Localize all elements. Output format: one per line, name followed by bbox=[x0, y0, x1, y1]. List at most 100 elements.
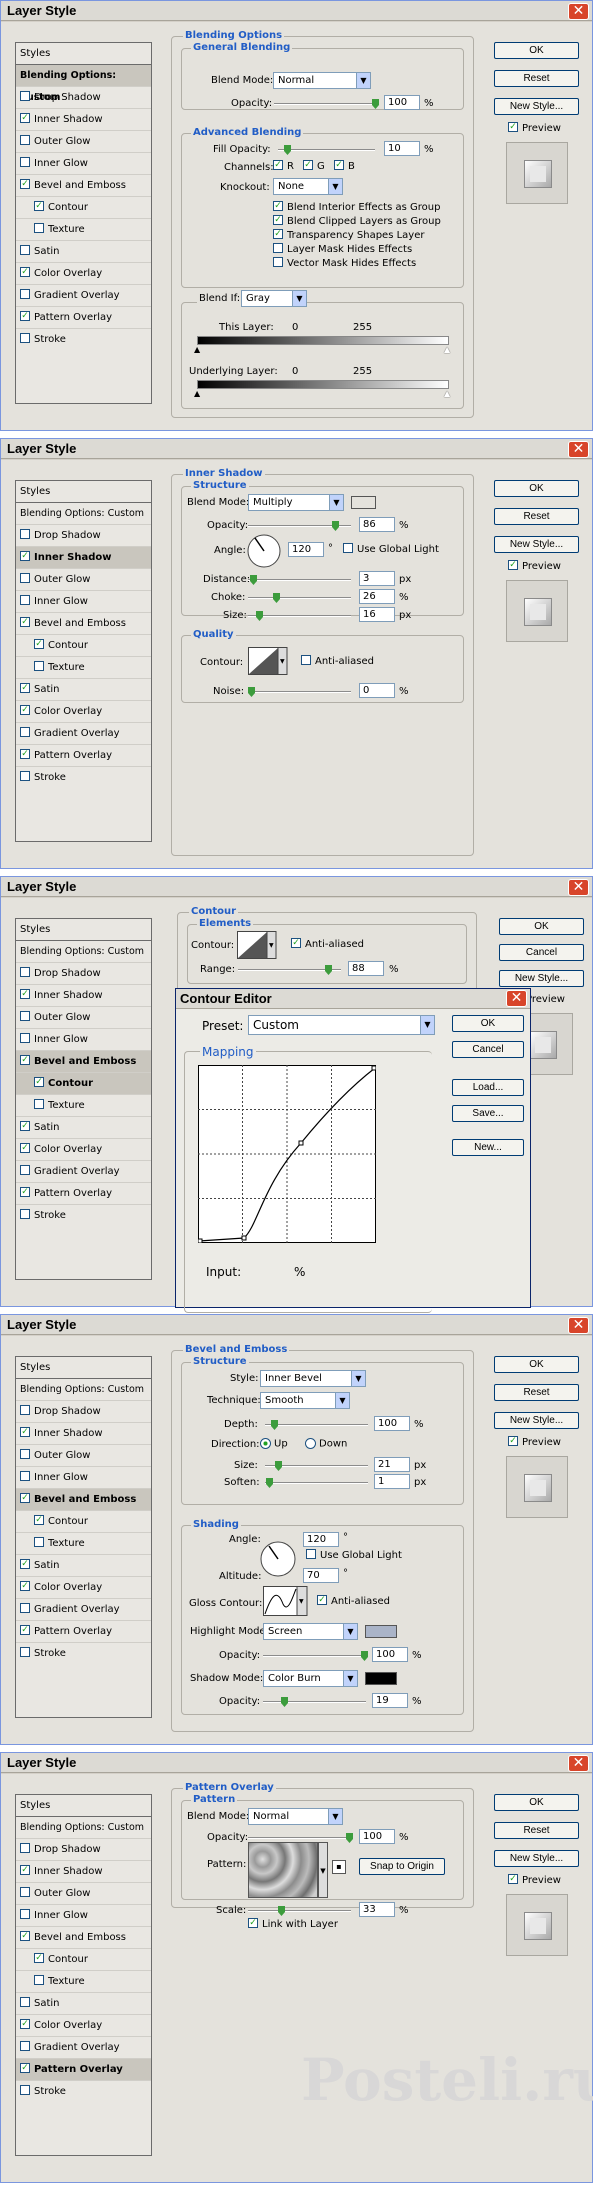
highlight-opacity-field[interactable]: 100 bbox=[372, 1647, 408, 1662]
style-item-blending[interactable]: Blending Options: Custom bbox=[16, 503, 151, 525]
snap-to-origin-button[interactable]: Snap to Origin bbox=[359, 1858, 445, 1875]
close-button[interactable]: ✕ bbox=[568, 441, 589, 458]
style-item-blending[interactable]: Blending Options: Custom bbox=[16, 941, 151, 963]
close-button[interactable]: ✕ bbox=[506, 990, 527, 1007]
opacity-slider[interactable] bbox=[248, 521, 351, 531]
checkbox[interactable] bbox=[20, 333, 30, 343]
style-item-satin[interactable]: Satin bbox=[16, 679, 151, 701]
checkbox[interactable] bbox=[20, 617, 30, 627]
close-button[interactable]: ✕ bbox=[568, 879, 589, 896]
style-item-pattern-overlay[interactable]: Pattern Overlay bbox=[16, 2059, 151, 2081]
checkbox[interactable] bbox=[273, 160, 283, 170]
style-item-texture[interactable]: Texture bbox=[16, 219, 151, 241]
checkbox[interactable] bbox=[20, 705, 30, 715]
checkbox[interactable] bbox=[20, 989, 30, 999]
choke-slider[interactable] bbox=[248, 593, 351, 603]
checkbox[interactable] bbox=[34, 201, 44, 211]
channel-b[interactable]: B bbox=[334, 160, 355, 172]
checkbox[interactable] bbox=[20, 573, 30, 583]
checkbox[interactable] bbox=[20, 311, 30, 321]
altitude-field[interactable]: 70 bbox=[303, 1568, 339, 1583]
style-item-contour[interactable]: Contour bbox=[16, 1949, 151, 1971]
checkbox[interactable] bbox=[20, 1909, 30, 1919]
ok-button[interactable]: OK bbox=[494, 480, 579, 497]
radio-off-icon[interactable] bbox=[305, 1438, 316, 1449]
checkbox[interactable] bbox=[301, 655, 311, 665]
preset-select[interactable]: Custom ▼ bbox=[248, 1015, 435, 1035]
preview-checkbox[interactable]: Preview bbox=[508, 560, 561, 572]
soften-slider[interactable] bbox=[265, 1478, 368, 1488]
checkbox[interactable] bbox=[20, 1843, 30, 1853]
styles-header[interactable]: Styles bbox=[16, 43, 151, 65]
style-select[interactable]: Inner Bevel ▼ bbox=[260, 1370, 366, 1387]
checkbox[interactable] bbox=[20, 289, 30, 299]
ok-button[interactable]: OK bbox=[494, 42, 579, 59]
checkbox[interactable] bbox=[273, 229, 283, 239]
radio-on-icon[interactable] bbox=[260, 1438, 271, 1449]
blend-mode-select[interactable]: Normal ▼ bbox=[248, 1808, 343, 1825]
checkbox[interactable] bbox=[20, 529, 30, 539]
checkbox[interactable] bbox=[508, 560, 518, 570]
style-item-inner-glow[interactable]: Inner Glow bbox=[16, 153, 151, 175]
checkbox[interactable] bbox=[303, 160, 313, 170]
this-layer-gradient[interactable] bbox=[197, 336, 449, 345]
highlight-opacity-slider[interactable] bbox=[263, 1651, 368, 1661]
triangle-black-icon[interactable]: ▲ bbox=[194, 389, 200, 398]
reset-button[interactable]: Reset bbox=[494, 508, 579, 525]
pattern-thumbnail[interactable] bbox=[248, 1842, 318, 1898]
checkbox[interactable] bbox=[334, 160, 344, 170]
checkbox[interactable] bbox=[20, 1011, 30, 1021]
direction-up[interactable]: Up bbox=[260, 1438, 288, 1450]
style-item-gradient-overlay[interactable]: Gradient Overlay bbox=[16, 1599, 151, 1621]
checkbox[interactable] bbox=[20, 1449, 30, 1459]
opacity-slider[interactable] bbox=[274, 99, 379, 109]
checkbox[interactable] bbox=[34, 1077, 44, 1087]
style-item-satin[interactable]: Satin bbox=[16, 1555, 151, 1577]
style-item-bevel[interactable]: Bevel and Emboss bbox=[16, 175, 151, 197]
opt-layer-mask[interactable]: Layer Mask Hides Effects bbox=[273, 243, 412, 255]
checkbox[interactable] bbox=[317, 1595, 327, 1605]
checkbox[interactable] bbox=[20, 1055, 30, 1065]
angle-dial-icon[interactable] bbox=[246, 533, 282, 569]
style-item-inner-shadow[interactable]: Inner Shadow bbox=[16, 1861, 151, 1883]
style-item-drop-shadow[interactable]: Drop Shadow bbox=[16, 1401, 151, 1423]
noise-slider[interactable] bbox=[248, 687, 351, 697]
style-item-drop-shadow[interactable]: Drop Shadow bbox=[16, 963, 151, 985]
style-item-inner-shadow[interactable]: Inner Shadow bbox=[16, 1423, 151, 1445]
checkbox[interactable] bbox=[273, 201, 283, 211]
style-item-outer-glow[interactable]: Outer Glow bbox=[16, 1445, 151, 1467]
style-item-inner-shadow[interactable]: Inner Shadow bbox=[16, 109, 151, 131]
style-item-drop-shadow[interactable]: Drop Shadow bbox=[16, 1839, 151, 1861]
channel-r[interactable]: R bbox=[273, 160, 294, 172]
checkbox[interactable] bbox=[20, 1471, 30, 1481]
checkbox[interactable] bbox=[273, 215, 283, 225]
checkbox[interactable] bbox=[20, 2041, 30, 2051]
style-item-texture[interactable]: Texture bbox=[16, 1971, 151, 1993]
style-item-gradient-overlay[interactable]: Gradient Overlay bbox=[16, 285, 151, 307]
style-item-inner-shadow[interactable]: Inner Shadow bbox=[16, 985, 151, 1007]
new-style-button[interactable]: New Style... bbox=[494, 1412, 579, 1429]
style-item-stroke[interactable]: Stroke bbox=[16, 329, 151, 403]
contour-thumbnail-icon[interactable]: ▼ bbox=[248, 647, 288, 675]
style-item-bevel[interactable]: Bevel and Emboss bbox=[16, 1489, 151, 1511]
checkbox[interactable] bbox=[248, 1918, 258, 1928]
checkbox[interactable] bbox=[20, 1581, 30, 1591]
style-item-gradient-overlay[interactable]: Gradient Overlay bbox=[16, 1161, 151, 1183]
opt-blend-clipped[interactable]: Blend Clipped Layers as Group bbox=[273, 215, 441, 227]
checkbox[interactable] bbox=[20, 967, 30, 977]
technique-select[interactable]: Smooth ▼ bbox=[260, 1392, 350, 1409]
range-field[interactable]: 88 bbox=[348, 961, 384, 976]
highlight-color-swatch[interactable] bbox=[365, 1625, 397, 1638]
load-button[interactable]: Load... bbox=[452, 1079, 524, 1096]
style-item-texture[interactable]: Texture bbox=[16, 1095, 151, 1117]
style-item-contour[interactable]: Contour bbox=[16, 1073, 151, 1095]
blend-mode-select[interactable]: Normal ▼ bbox=[273, 72, 371, 89]
ok-button[interactable]: OK bbox=[494, 1356, 579, 1373]
use-global-light[interactable]: Use Global Light bbox=[306, 1549, 402, 1561]
style-item-satin[interactable]: Satin bbox=[16, 241, 151, 263]
size-field[interactable]: 21 bbox=[374, 1457, 410, 1472]
preview-checkbox[interactable]: Preview bbox=[508, 122, 561, 134]
checkbox[interactable] bbox=[20, 683, 30, 693]
checkbox[interactable] bbox=[291, 938, 301, 948]
opt-transparency[interactable]: Transparency Shapes Layer bbox=[273, 229, 424, 241]
